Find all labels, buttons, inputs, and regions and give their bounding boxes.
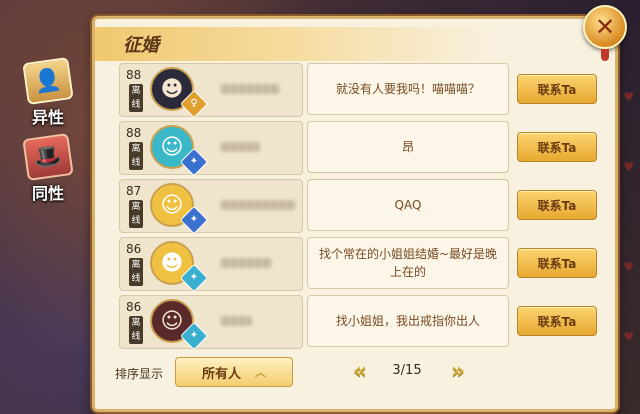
player-card[interactable]: 88 离线 ☺ ✦ <box>119 121 303 177</box>
double-chevron-left-icon: « <box>352 358 368 384</box>
player-name-blurred <box>220 84 280 94</box>
player-level: 88 <box>126 68 142 82</box>
sort-dropdown[interactable]: 所有人 ︿ <box>175 357 293 387</box>
list-item: 86 离线 ☻ ✦ 找个常在的小姐姐结婚~最好是晚上在的 联系Ta <box>119 235 599 293</box>
player-name-blurred <box>220 258 272 268</box>
close-icon: ✕ <box>594 13 616 41</box>
player-message: 找小姐姐，我出戒指你出人 <box>307 295 509 347</box>
player-level: 86 <box>126 300 142 314</box>
list-item: 86 离线 ☺ ✦ 找小姐姐，我出戒指你出人 联系Ta <box>119 293 599 351</box>
player-level: 87 <box>126 184 142 198</box>
list-item: 87 离线 ☺ ✦ QAQ 联系Ta <box>119 177 599 235</box>
class-badge-icon: ✦ <box>179 321 209 351</box>
status-badge: 离线 <box>129 316 143 344</box>
status-badge: 离线 <box>129 200 143 228</box>
person-icon: 👤 <box>22 57 74 105</box>
contact-button[interactable]: 联系Ta <box>517 248 597 278</box>
status-badge: 离线 <box>129 258 143 286</box>
contact-button[interactable]: 联系Ta <box>517 74 597 104</box>
player-name-blurred <box>220 142 260 152</box>
prev-page-button[interactable]: « <box>341 358 371 384</box>
player-message: 就没有人要我吗！喵喵喵？ <box>307 63 509 115</box>
hat-icon: 🎩 <box>22 133 74 181</box>
list-item: 88 离线 ☺ ✦ 昂 联系Ta <box>119 119 599 177</box>
tab-same-sex[interactable]: 🎩 同性 <box>8 133 88 204</box>
marriage-panel: 征婚 ✕ 88 离线 ☻ ♀ 就没有人要我吗！喵喵喵？ 联系Ta 88 离线 ☺… <box>92 5 627 412</box>
player-card[interactable]: 86 离线 ☻ ✦ <box>119 237 303 293</box>
status-badge: 离线 <box>129 84 143 112</box>
class-badge-icon: ♀ <box>179 89 209 119</box>
player-name-blurred <box>220 316 252 326</box>
sort-label: 排序显示 <box>115 367 164 381</box>
player-list: 88 离线 ☻ ♀ 就没有人要我吗！喵喵喵？ 联系Ta 88 离线 ☺ ✦ 昂 … <box>119 61 599 351</box>
tab-label: 异性 <box>31 108 64 127</box>
player-card[interactable]: 87 离线 ☺ ✦ <box>119 179 303 235</box>
sort-value: 所有人 <box>201 366 241 382</box>
player-message: QAQ <box>307 179 509 231</box>
player-message: 昂 <box>307 121 509 173</box>
class-badge-icon: ✦ <box>179 205 209 235</box>
chevron-up-icon: ︿ <box>255 366 266 379</box>
list-item: 88 离线 ☻ ♀ 就没有人要我吗！喵喵喵？ 联系Ta <box>119 61 599 119</box>
player-level: 88 <box>126 126 142 140</box>
player-card[interactable]: 88 离线 ☻ ♀ <box>119 63 303 119</box>
contact-button[interactable]: 联系Ta <box>517 190 597 220</box>
tab-opposite-sex[interactable]: 👤 异性 <box>8 57 88 128</box>
tab-label: 同性 <box>31 184 64 203</box>
page-indicator: 3/15 <box>392 363 422 378</box>
contact-button[interactable]: 联系Ta <box>517 306 597 336</box>
player-message: 找个常在的小姐姐结婚~最好是晚上在的 <box>307 237 509 289</box>
contact-button[interactable]: 联系Ta <box>517 132 597 162</box>
class-badge-icon: ✦ <box>179 263 209 293</box>
player-card[interactable]: 86 离线 ☺ ✦ <box>119 295 303 351</box>
class-badge-icon: ✦ <box>179 147 209 177</box>
double-chevron-right-icon: » <box>450 358 466 384</box>
close-button[interactable]: ✕ <box>583 5 627 61</box>
player-name-blurred <box>220 200 296 210</box>
player-level: 86 <box>126 242 142 256</box>
status-badge: 离线 <box>129 142 143 170</box>
next-page-button[interactable]: » <box>439 358 469 384</box>
page-title: 征婚 <box>123 35 159 56</box>
